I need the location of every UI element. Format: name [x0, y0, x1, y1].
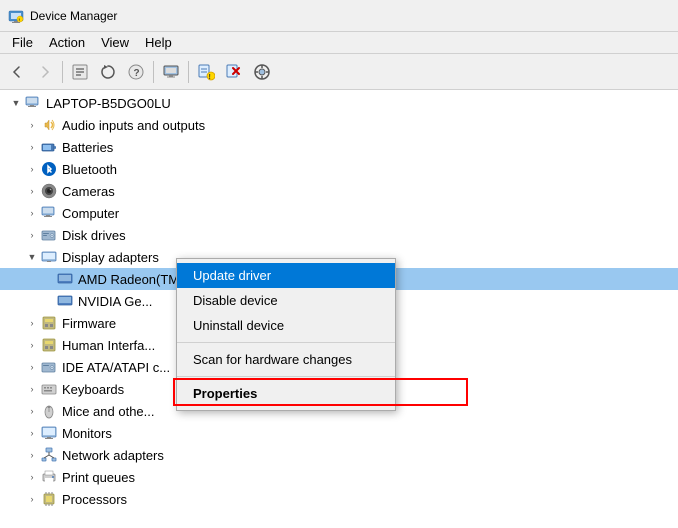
- ide-label: IDE ATA/ATAPI c...: [62, 360, 170, 375]
- menu-help[interactable]: Help: [137, 33, 180, 52]
- uninstall-button[interactable]: [221, 59, 247, 85]
- context-menu: Update driver Disable device Uninstall d…: [176, 258, 396, 411]
- tree-item-computer[interactable]: › Computer: [0, 202, 678, 224]
- display-expand-icon[interactable]: ▼: [24, 249, 40, 265]
- tree-item-cameras[interactable]: › Cameras: [0, 180, 678, 202]
- audio-expand-icon[interactable]: ›: [24, 117, 40, 133]
- ctx-separator-1: [177, 342, 395, 343]
- audio-label: Audio inputs and outputs: [62, 118, 205, 133]
- help-button[interactable]: ?: [123, 59, 149, 85]
- hid-icon: [40, 336, 58, 354]
- tree-item-network[interactable]: › Network adapters: [0, 444, 678, 466]
- tree-item-audio[interactable]: › Audio inputs and outputs: [0, 114, 678, 136]
- processors-expand-icon[interactable]: ›: [24, 491, 40, 507]
- mice-label: Mice and othe...: [62, 404, 155, 419]
- tree-item-monitors[interactable]: › Monitors: [0, 422, 678, 444]
- nvidia-icon: [56, 292, 74, 310]
- print-expand-icon[interactable]: ›: [24, 469, 40, 485]
- root-expand-icon[interactable]: ▼: [8, 95, 24, 111]
- menu-bar: File Action View Help: [0, 32, 678, 54]
- root-label: LAPTOP-B5DGO0LU: [46, 96, 171, 111]
- ctx-update-driver[interactable]: Update driver: [177, 263, 395, 288]
- properties-button[interactable]: [67, 59, 93, 85]
- hid-expand-icon[interactable]: ›: [24, 337, 40, 353]
- monitors-expand-icon[interactable]: ›: [24, 425, 40, 441]
- menu-action[interactable]: Action: [41, 33, 93, 52]
- firmware-label: Firmware: [62, 316, 116, 331]
- mice-expand-icon[interactable]: ›: [24, 403, 40, 419]
- ctx-uninstall-device[interactable]: Uninstall device: [177, 313, 395, 338]
- install-button[interactable]: !: [193, 59, 219, 85]
- network-expand-icon[interactable]: ›: [24, 447, 40, 463]
- keyboards-label: Keyboards: [62, 382, 124, 397]
- back-button[interactable]: [4, 59, 30, 85]
- hid-label: Human Interfa...: [62, 338, 155, 353]
- refresh-button[interactable]: [95, 59, 121, 85]
- print-label: Print queues: [62, 470, 135, 485]
- nvidia-label: NVIDIA Ge...: [78, 294, 152, 309]
- network-label: Network adapters: [62, 448, 164, 463]
- computer-label: Computer: [62, 206, 119, 221]
- title-bar: ! Device Manager: [0, 0, 678, 32]
- svg-text:?: ?: [134, 68, 140, 79]
- tree-item-print[interactable]: › Print queues: [0, 466, 678, 488]
- disk-expand-icon[interactable]: ›: [24, 227, 40, 243]
- ctx-separator-2: [177, 376, 395, 377]
- processors-label: Processors: [62, 492, 127, 507]
- scan-button[interactable]: [249, 59, 275, 85]
- toolbar-separator-1: [62, 61, 63, 83]
- tree-item-bluetooth[interactable]: › Bluetooth: [0, 158, 678, 180]
- processor-icon: [40, 490, 58, 508]
- tree-item-batteries[interactable]: › Batteries: [0, 136, 678, 158]
- window-title: Device Manager: [30, 9, 117, 23]
- batteries-label: Batteries: [62, 140, 113, 155]
- cameras-label: Cameras: [62, 184, 115, 199]
- audio-icon: [40, 116, 58, 134]
- monitor-icon: [40, 424, 58, 442]
- computer-expand-icon[interactable]: ›: [24, 205, 40, 221]
- battery-icon: [40, 138, 58, 156]
- ctx-properties[interactable]: Properties: [177, 381, 395, 406]
- bluetooth-label: Bluetooth: [62, 162, 117, 177]
- ctx-disable-device[interactable]: Disable device: [177, 288, 395, 313]
- mouse-icon: [40, 402, 58, 420]
- menu-file[interactable]: File: [4, 33, 41, 52]
- print-icon: [40, 468, 58, 486]
- cameras-expand-icon[interactable]: ›: [24, 183, 40, 199]
- firmware-expand-icon[interactable]: ›: [24, 315, 40, 331]
- app-icon: !: [8, 8, 24, 24]
- display-label: Display adapters: [62, 250, 159, 265]
- disk-label: Disk drives: [62, 228, 126, 243]
- toolbar-separator-3: [188, 61, 189, 83]
- keyboard-icon: [40, 380, 58, 398]
- ide-expand-icon[interactable]: ›: [24, 359, 40, 375]
- disk-icon: [40, 226, 58, 244]
- tree-root[interactable]: ▼ LAPTOP-B5DGO0LU: [0, 92, 678, 114]
- display-adapter-icon: [40, 248, 58, 266]
- display-button[interactable]: [158, 59, 184, 85]
- ide-icon: [40, 358, 58, 376]
- bluetooth-icon: [40, 160, 58, 178]
- computer-icon: [24, 94, 42, 112]
- svg-text:!: !: [19, 17, 20, 22]
- menu-view[interactable]: View: [93, 33, 137, 52]
- toolbar: ? !: [0, 54, 678, 90]
- batteries-expand-icon[interactable]: ›: [24, 139, 40, 155]
- toolbar-separator-2: [153, 61, 154, 83]
- firmware-icon: [40, 314, 58, 332]
- main-content: ▼ LAPTOP-B5DGO0LU › Audio: [0, 90, 678, 528]
- amd-icon: [56, 270, 74, 288]
- svg-text:!: !: [209, 74, 211, 81]
- forward-button[interactable]: [32, 59, 58, 85]
- monitors-label: Monitors: [62, 426, 112, 441]
- network-icon: [40, 446, 58, 464]
- keyboards-expand-icon[interactable]: ›: [24, 381, 40, 397]
- computer-icon2: [40, 204, 58, 222]
- tree-item-disk[interactable]: › Disk drives: [0, 224, 678, 246]
- ctx-scan-changes[interactable]: Scan for hardware changes: [177, 347, 395, 372]
- tree-item-processors[interactable]: › Processors: [0, 488, 678, 510]
- bluetooth-expand-icon[interactable]: ›: [24, 161, 40, 177]
- camera-icon: [40, 182, 58, 200]
